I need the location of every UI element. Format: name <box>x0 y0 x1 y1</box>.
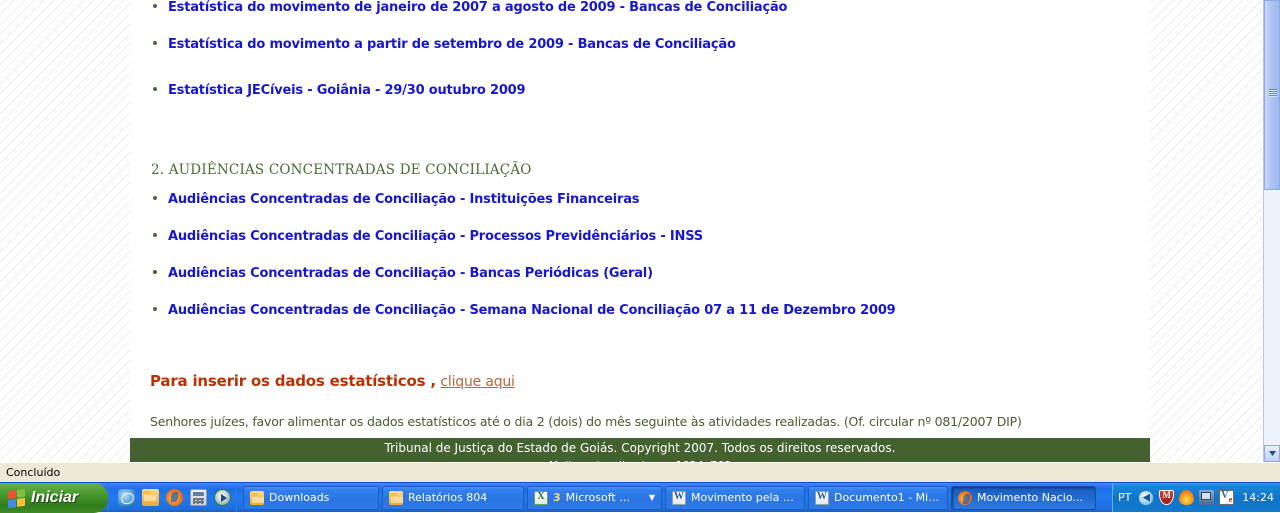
list-item: Audiências Concentradas de Conciliação -… <box>148 303 1132 318</box>
language-indicator[interactable]: PT <box>1118 491 1133 504</box>
calculator-icon[interactable] <box>190 489 207 506</box>
link-stats-setembro2009[interactable]: Estatística do movimento a partir de set… <box>168 37 736 52</box>
bullet-icon <box>153 233 157 237</box>
folder-open-icon <box>250 490 264 505</box>
volume-app-icon[interactable] <box>1219 490 1235 505</box>
bullet-icon <box>153 307 157 311</box>
link-hearings-semana-nacional[interactable]: Audiências Concentradas de Conciliação -… <box>168 303 896 318</box>
system-tray: PT ◀ 14:24 <box>1111 483 1280 512</box>
start-button-label: Iniciar <box>31 489 79 506</box>
bullet-icon <box>153 87 157 91</box>
task-button-movimento-nacional[interactable]: Movimento Nacio... <box>951 485 1096 510</box>
browser-viewport: Estatística do movimento de janeiro de 2… <box>0 0 1280 462</box>
media-player-icon[interactable] <box>214 489 231 506</box>
link-stats-jeciveis-goiania[interactable]: Estatística JECíveis - Goiânia - 29/30 o… <box>168 83 526 98</box>
task-button-label: Movimento pela C... <box>691 491 798 504</box>
task-button-label: Documento1 - Mic... <box>834 491 941 504</box>
statistics-link-list: Estatística do movimento de janeiro de 2… <box>148 0 1132 52</box>
flame-icon[interactable] <box>1179 490 1195 505</box>
task-button-count: 3 <box>553 491 561 504</box>
quick-launch-bar <box>108 483 236 512</box>
page-content-column: Estatística do movimento de janeiro de 2… <box>130 0 1150 462</box>
section-heading: 2. AUDIÊNCIAS CONCENTRADAS DE CONCILIAÇÃ… <box>151 162 532 178</box>
mcafee-shield-icon[interactable] <box>1159 490 1175 505</box>
folder-icon[interactable] <box>142 489 159 506</box>
start-button[interactable]: Iniciar <box>0 483 108 513</box>
site-footer: Tribunal de Justiça do Estado de Goiás. … <box>130 438 1150 462</box>
list-item: Audiências Concentradas de Conciliação -… <box>148 229 1132 244</box>
bullet-icon <box>153 196 157 200</box>
insert-data-link[interactable]: clique aqui <box>440 374 515 390</box>
hearings-link-list: Audiências Concentradas de Conciliação -… <box>148 192 1132 318</box>
page-content: Estatística do movimento de janeiro de 2… <box>130 0 1150 432</box>
list-item: Estatística do movimento de janeiro de 2… <box>148 0 1132 15</box>
word-icon <box>815 490 829 505</box>
list-item: Estatística JECíveis - Goiânia - 29/30 o… <box>148 83 1132 98</box>
network-connection-icon[interactable] <box>1199 490 1215 505</box>
windows-taskbar: Iniciar Downloads Relatórios 804 3 Micro… <box>0 482 1280 513</box>
task-button-label: Downloads <box>269 491 330 504</box>
link-stats-jan2007-ago2009[interactable]: Estatística do movimento de janeiro de 2… <box>168 0 787 15</box>
status-text: Concluído <box>6 466 61 479</box>
scrollbar-grip-icon <box>1269 89 1277 97</box>
clock[interactable]: 14:24 <box>1239 491 1274 504</box>
firefox-icon <box>958 490 972 505</box>
vertical-scrollbar[interactable] <box>1263 0 1280 462</box>
list-item: Audiências Concentradas de Conciliação -… <box>148 266 1132 281</box>
word-icon <box>672 490 686 505</box>
task-button-movimento-pela-c[interactable]: Movimento pela C... <box>665 485 805 510</box>
link-hearings-instituicoes-financeiras[interactable]: Audiências Concentradas de Conciliação -… <box>168 192 640 207</box>
task-button-label: Relatórios 804 <box>408 491 488 504</box>
chevron-left-icon: ◀ <box>1142 492 1150 502</box>
footer-copyright: Tribunal de Justiça do Estado de Goiás. … <box>384 441 896 455</box>
bullet-icon <box>153 41 157 45</box>
deadline-note: Senhores juízes, favor alimentar os dado… <box>150 414 1022 429</box>
task-button-label: Microsoft Offi... <box>565 491 639 504</box>
taskbar-buttons: Downloads Relatórios 804 3 Microsoft Off… <box>236 483 1112 512</box>
insert-data-prompt: Para inserir os dados estatísticos , <box>150 372 436 390</box>
task-button-relatorios[interactable]: Relatórios 804 <box>382 485 524 510</box>
link-hearings-bancas-periodicas[interactable]: Audiências Concentradas de Conciliação -… <box>168 266 653 281</box>
scrollbar-down-arrow-icon[interactable] <box>1264 445 1280 462</box>
excel-icon <box>534 490 548 505</box>
insert-data-line: Para inserir os dados estatísticos , cli… <box>148 372 1132 390</box>
folder-icon <box>389 490 403 505</box>
task-button-microsoft-office[interactable]: 3 Microsoft Offi... ▼ <box>527 485 662 510</box>
windows-flag-icon <box>8 488 25 508</box>
list-item: Audiências Concentradas de Conciliação -… <box>148 192 1132 207</box>
bullet-icon <box>153 270 157 274</box>
chevron-down-icon[interactable]: ▼ <box>644 493 655 502</box>
scrollbar-thumb[interactable] <box>1264 0 1280 190</box>
firefox-icon[interactable] <box>166 489 183 506</box>
bullet-icon <box>153 4 157 8</box>
browser-status-bar: Concluído <box>0 462 1280 482</box>
link-hearings-processos-previdenciarios[interactable]: Audiências Concentradas de Conciliação -… <box>168 229 703 244</box>
task-button-downloads[interactable]: Downloads <box>243 485 379 510</box>
task-button-label: Movimento Nacio... <box>977 491 1083 504</box>
list-item: Estatística do movimento a partir de set… <box>148 37 1132 52</box>
task-button-documento1[interactable]: Documento1 - Mic... <box>808 485 948 510</box>
jec-link-list: Estatística JECíveis - Goiânia - 29/30 o… <box>148 83 1132 98</box>
ie-browser-icon[interactable] <box>118 489 135 506</box>
tray-expand-chevron-left-icon[interactable]: ◀ <box>1138 489 1155 506</box>
scrollbar-track[interactable] <box>1264 0 1280 445</box>
